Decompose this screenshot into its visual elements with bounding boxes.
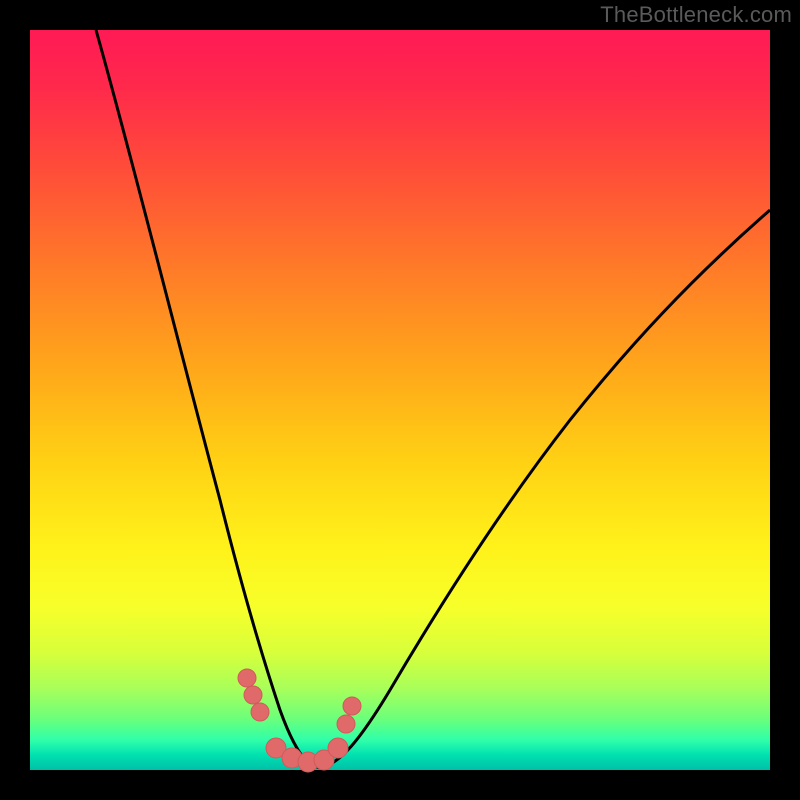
left-curve (96, 30, 320, 768)
dot (337, 715, 355, 733)
curves-svg (30, 30, 770, 770)
dot (251, 703, 269, 721)
dot (328, 738, 348, 758)
watermark-text: TheBottleneck.com (600, 2, 792, 28)
plot-area (30, 30, 770, 770)
chart-stage: TheBottleneck.com (0, 0, 800, 800)
dot (343, 697, 361, 715)
dot (238, 669, 256, 687)
dot (244, 686, 262, 704)
right-curve (320, 210, 770, 768)
bottom-dots-group (238, 669, 361, 772)
